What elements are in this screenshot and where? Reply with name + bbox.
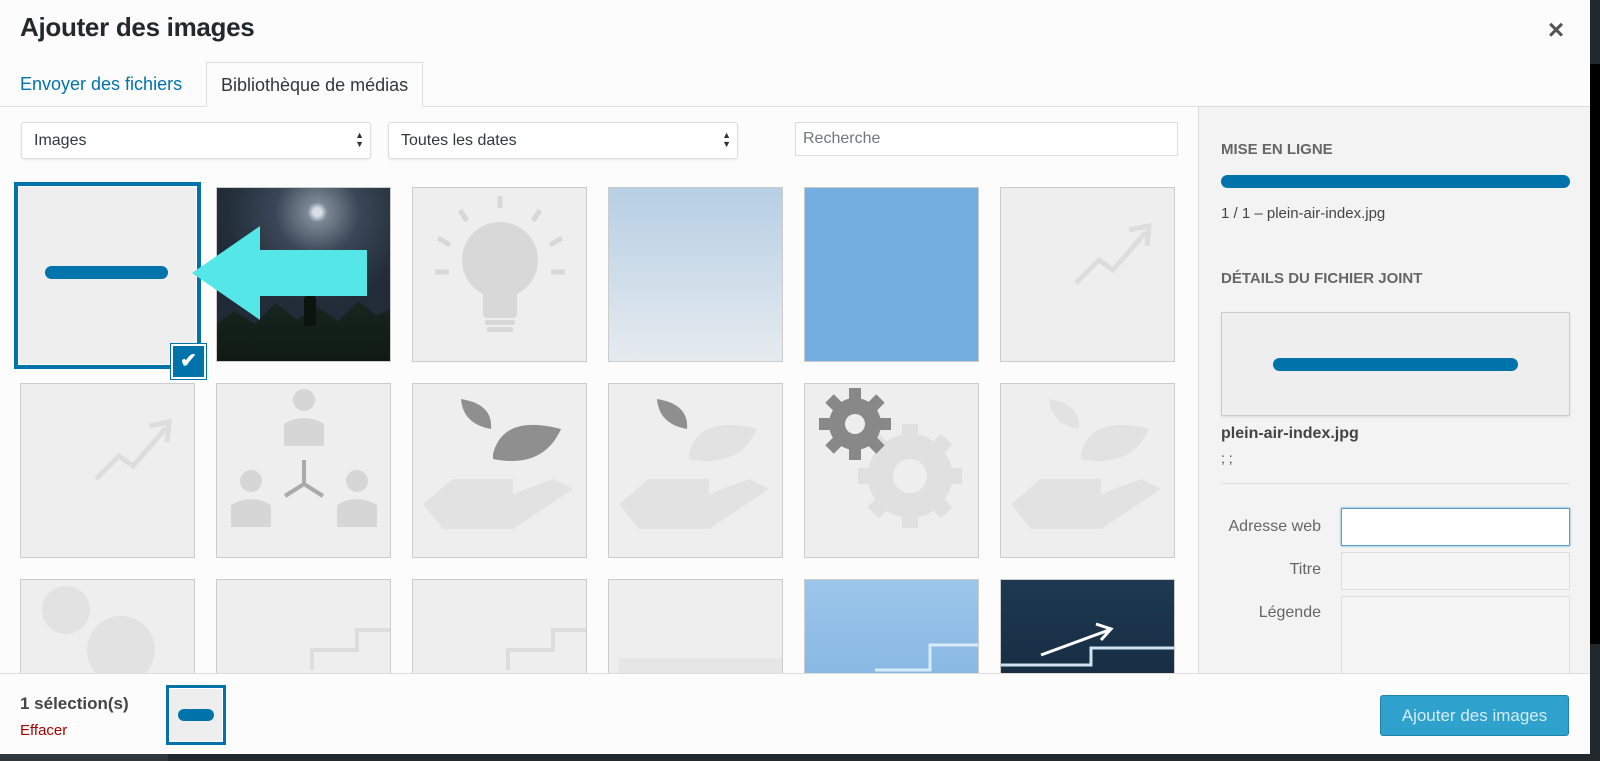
upload-status: 1 / 1 – plein-air-index.jpg [1221,205,1386,222]
media-grid: ✔ [0,170,1198,673]
media-thumb-hand-leaf[interactable] [412,383,587,558]
caption-label: Légende [1258,604,1321,621]
gears-icon [42,586,155,673]
date-filter-value: Toutes les dates [401,132,517,149]
hand-leaf-icon [619,399,769,529]
media-thumb-org-chart[interactable] [216,383,391,558]
title-field[interactable] [1341,552,1570,590]
dash-shape [45,266,168,279]
dash-shape [178,709,214,721]
lightbulb-icon [435,196,565,332]
solid-fill [805,188,978,361]
backdrop-edge [1590,0,1600,761]
attachment-meta: ; ; [1221,450,1233,466]
media-thumb-solid-blue[interactable] [804,187,979,362]
close-icon[interactable]: × [1538,12,1574,48]
selection-thumbnail[interactable] [166,685,226,745]
org-chart-icon [231,389,377,527]
backdrop-bottom [0,754,1600,761]
media-thumb-blue-steps[interactable] [804,579,979,673]
media-thumb-trend-2[interactable] [20,383,195,558]
attachment-preview [1221,312,1570,416]
media-thumb-dash[interactable] [14,182,201,369]
modal-title: Ajouter des images [20,12,255,42]
select-arrows-icon: ▲ ▼ [722,130,731,149]
hand-leaf-icon [423,399,573,529]
steps-icon [875,643,978,672]
step-band [619,658,782,673]
backdrop-bottom-left [0,754,168,761]
annotation-arrow [192,226,367,320]
steps-icon [310,628,390,670]
steps-icon [506,628,586,670]
selected-check-icon[interactable]: ✔ [171,344,206,379]
media-thumb-steps[interactable] [216,579,391,673]
modal-footer: 1 sélection(s) Effacer Ajouter des image… [0,673,1590,754]
trend-arrow-icon [1074,222,1152,285]
growth-arrow-icon [1001,622,1174,667]
hand-leaf-icon [1011,399,1161,529]
media-thumb-gears-2[interactable] [20,579,195,673]
tab-media-library[interactable]: Bibliothèque de médias [206,62,424,107]
media-thumb-steps-2[interactable] [412,579,587,673]
media-thumb-trend[interactable] [1000,187,1175,362]
tab-upload-files[interactable]: Envoyer des fichiers [6,62,196,107]
selection-count: 1 sélection(s) [20,694,129,713]
title-label: Titre [1289,561,1321,578]
upload-heading: MISE EN LIGNE [1221,141,1333,158]
media-thumb-hand-leaf-3[interactable] [1000,383,1175,558]
upload-progress-bar [1221,175,1570,188]
media-thumb-gears[interactable] [804,383,979,558]
type-filter-select[interactable]: Images ▲ ▼ [21,122,371,159]
type-filter-value: Images [34,132,87,149]
gears-icon [819,388,962,528]
add-images-button[interactable]: Ajouter des images [1380,695,1569,736]
url-field[interactable] [1341,508,1570,546]
backdrop-bar [1590,64,1600,644]
url-label: Adresse web [1228,518,1322,535]
media-thumb-dark-growth[interactable] [1000,579,1175,673]
media-thumb-hand-leaf-2[interactable] [608,383,783,558]
select-arrows-icon: ▲ ▼ [355,130,364,149]
date-filter-select[interactable]: Toutes les dates ▲ ▼ [388,122,738,159]
sidebar-divider [1221,483,1570,484]
caption-textarea[interactable] [1341,596,1570,674]
media-thumb-steps-3[interactable] [608,579,783,673]
clear-selection-link[interactable]: Effacer [20,722,67,739]
dash-shape [1273,358,1518,371]
search-input[interactable] [795,122,1178,156]
trend-arrow-icon [94,418,172,481]
attachment-filename: plein-air-index.jpg [1221,425,1359,442]
media-thumb-gradient-light-blue[interactable] [608,187,783,362]
details-heading: DÉTAILS DU FICHIER JOINT [1221,270,1423,287]
media-modal: Ajouter des images × Envoyer des fichier… [0,0,1590,754]
attachment-details-sidebar: MISE EN LIGNE 1 / 1 – plein-air-index.jp… [1198,107,1590,674]
gradient-fill [609,188,782,361]
media-thumb-lightbulb[interactable] [412,187,587,362]
